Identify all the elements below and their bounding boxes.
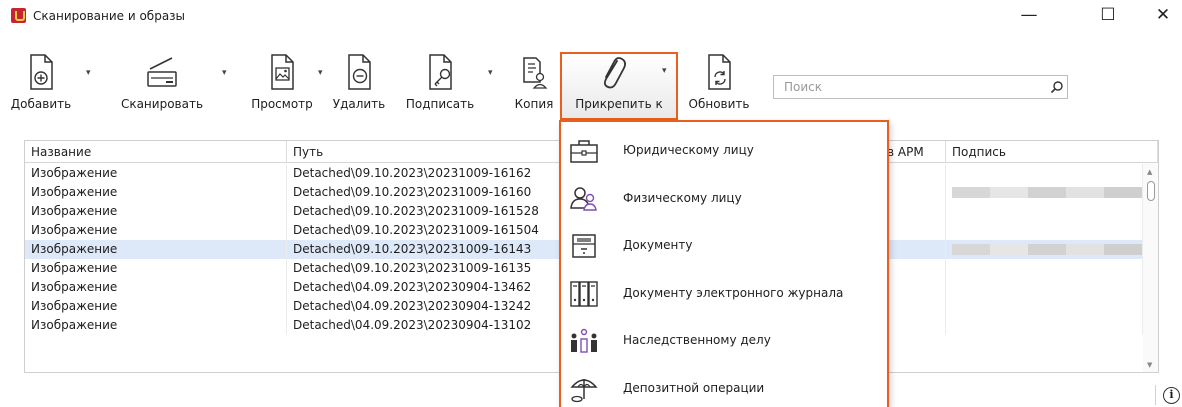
image-document-icon [271,54,294,90]
cell-name: Изображение [25,202,287,221]
persons-icon [570,187,597,211]
briefcase-icon [570,140,598,163]
column-header-signature[interactable]: Подпись [946,141,1158,163]
cell-name: Изображение [25,297,287,316]
menu-item-label: Депозитной операции [623,381,765,395]
attach-dropdown-arrow: ▾ [662,66,667,76]
cell-arm [875,221,946,240]
cell-name: Изображение [25,316,287,335]
menu-item-label: Документу электронного журнала [623,286,844,300]
copy-button-label: Копия [514,97,554,111]
copy-document-icon [523,57,548,89]
cell-signature [946,278,1143,297]
cell-name: Изображение [25,221,287,240]
cell-signature [946,297,1143,316]
menu-item-label: Наследственному делу [623,333,771,347]
cell-arm [875,164,946,183]
close-button[interactable]: ✕ [1140,0,1182,30]
cell-signature [946,202,1143,221]
add-document-icon [30,54,53,90]
cell-signature [946,259,1143,278]
cell-name: Изображение [25,183,287,202]
scan-dropdown-arrow[interactable]: ▾ [222,68,227,78]
delete-button[interactable]: Удалить [326,52,392,112]
scroll-down-arrow[interactable]: ▼ [1147,361,1152,369]
info-icon[interactable]: i [1163,387,1180,404]
scan-button[interactable]: Сканировать [112,52,212,112]
cabinet-drawer-icon [572,234,596,258]
add-button-label: Добавить [10,97,72,111]
menu-item-label: Юридическому лицу [623,143,754,157]
search-input[interactable] [774,76,1044,98]
sign-button-label: Подписать [405,97,475,111]
refresh-document-icon [708,54,731,90]
minimize-button[interactable]: — [1006,0,1052,30]
scan-button-label: Сканировать [120,97,204,111]
status-separator [1155,385,1156,405]
cell-signature [946,240,1143,259]
search-icon[interactable] [1050,80,1064,94]
search-box [773,75,1068,99]
attach-button-label: Прикрепить к [575,97,663,111]
cell-name: Изображение [25,259,287,278]
cell-signature [946,183,1143,202]
family-icon [571,328,597,353]
cell-arm [875,259,946,278]
scrollbar-thumb[interactable] [1147,181,1155,201]
sign-dropdown-arrow[interactable]: ▾ [488,68,493,78]
cell-name: Изображение [25,164,287,183]
menu-item-deposit-operation[interactable]: Депозитной операции [561,365,887,407]
copy-button[interactable]: Копия [506,52,562,112]
scroll-up-arrow[interactable]: ▲ [1147,168,1152,176]
binders-icon [570,281,598,307]
app-icon [11,8,26,23]
column-header-arm[interactable]: в АРМ [881,141,946,163]
view-button-label: Просмотр [251,97,313,111]
menu-item-journal-document[interactable]: Документу электронного журнала [561,270,887,318]
deposit-umbrella-icon [570,379,598,403]
remove-document-icon [348,54,371,90]
menu-item-document[interactable]: Документу [561,222,887,270]
delete-button-label: Удалить [332,97,386,111]
cell-signature [946,316,1143,335]
toolbar: Добавить ▾ Сканировать ▾ Просмотр ▾ Удал [0,30,1182,120]
attach-to-button[interactable]: ▾ Прикрепить к [560,52,678,120]
vertical-scrollbar[interactable]: ▲ ▼ [1143,163,1158,372]
menu-item-inheritance-case[interactable]: Наследственному делу [561,317,887,365]
cell-arm [875,240,946,259]
cell-arm [875,183,946,202]
cell-arm [875,202,946,221]
refresh-button-label: Обновить [688,97,750,111]
sign-button[interactable]: Подписать [400,52,480,112]
cell-name: Изображение [25,240,287,259]
title-bar: Сканирование и образы — ☐ ✕ [0,0,1182,30]
cell-signature [946,221,1143,240]
signature-redacted [952,187,1142,198]
cell-signature [946,164,1143,183]
view-button[interactable]: Просмотр [246,52,318,112]
add-button[interactable]: Добавить [2,52,80,112]
paperclip-icon [603,57,627,89]
scanner-icon [147,57,177,87]
key-document-icon [429,54,452,90]
menu-item-label: Документу [623,238,693,252]
menu-item-individual[interactable]: Физическому лицу [561,175,887,223]
view-dropdown-arrow[interactable]: ▾ [318,68,323,78]
add-dropdown-arrow[interactable]: ▾ [86,68,91,78]
window-title: Сканирование и образы [33,9,186,23]
refresh-button[interactable]: Обновить [684,52,754,112]
column-header-name[interactable]: Название [25,141,287,163]
menu-item-label: Физическому лицу [623,191,742,205]
signature-redacted [952,244,1142,255]
cell-arm [875,316,946,335]
maximize-button[interactable]: ☐ [1085,0,1131,30]
menu-item-legal-entity[interactable]: Юридическому лицу [561,127,887,175]
attach-to-menu: Юридическому лицу Физическому лицу Докум… [559,120,889,407]
cell-arm [875,278,946,297]
cell-arm [875,297,946,316]
cell-name: Изображение [25,278,287,297]
